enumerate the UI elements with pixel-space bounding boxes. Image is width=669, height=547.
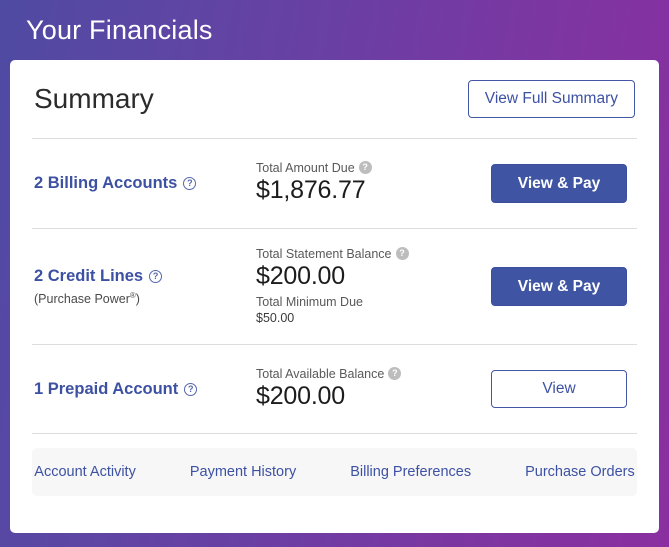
purchase-power-text: (Purchase Power <box>34 292 130 307</box>
question-circle-icon[interactable]: ? <box>184 382 198 396</box>
billing-accounts-link[interactable]: 2 Billing Accounts ? <box>34 174 197 193</box>
amount-cell: Total Amount Due ? $1,876.77 <box>249 161 483 206</box>
footer-link-account-activity[interactable]: Account Activity <box>7 465 163 480</box>
amount-cell: Total Statement Balance ? $200.00 Total … <box>249 246 483 327</box>
credit-lines-link[interactable]: 2 Credit Lines ? <box>34 266 163 286</box>
table-row: 2 Billing Accounts ? Total Amount Due ? … <box>32 139 637 228</box>
footer-link-billing-preferences[interactable]: Billing Preferences <box>323 465 498 480</box>
amount-label: Total Amount Due ? <box>256 161 483 176</box>
prepaid-account-link[interactable]: 1 Prepaid Account ? <box>34 379 198 399</box>
table-row: 2 Credit Lines ? (Purchase Power®) Total… <box>32 229 637 344</box>
amount-label: Total Available Balance ? <box>256 366 483 382</box>
action-cell: View & Pay <box>483 163 635 204</box>
account-name-cell: 2 Credit Lines ? (Purchase Power®) <box>34 267 249 306</box>
credit-lines-label: 2 Credit Lines <box>34 266 144 285</box>
page-title: Your Financials <box>26 14 213 45</box>
amount-cell: Total Available Balance ? $200.00 <box>249 366 483 412</box>
footer-links: Account Activity Payment History Billing… <box>32 448 637 496</box>
amount-label-text: Total Amount Due <box>256 161 355 176</box>
amount-label-text: Total Statement Balance <box>256 246 392 261</box>
secondary-amount-value: $50.00 <box>256 310 295 325</box>
amount-label-text: Total Available Balance <box>256 366 385 381</box>
prepaid-account-label: 1 Prepaid Account <box>34 379 179 398</box>
footer-link-purchase-orders[interactable]: Purchase Orders <box>498 465 662 480</box>
table-row: 1 Prepaid Account ? Total Available Bala… <box>32 345 637 433</box>
financial-summary-card: Summary View Full Summary 2 Billing Acco… <box>10 60 659 533</box>
amount-value: $1,876.77 <box>256 176 366 205</box>
credit-lines-subtitle: (Purchase Power®) <box>34 291 249 306</box>
view-button-prepaid[interactable]: View <box>491 370 627 408</box>
amount-value: $200.00 <box>256 381 345 410</box>
summary-header: Summary View Full Summary <box>32 60 637 138</box>
question-circle-filled-icon[interactable]: ? <box>395 246 409 260</box>
page-root: Your Financials Summary View Full Summar… <box>0 0 669 547</box>
view-and-pay-button-credit[interactable]: View & Pay <box>491 266 627 307</box>
action-cell: View <box>483 370 635 408</box>
footer-links-wrapper: Account Activity Payment History Billing… <box>32 434 637 496</box>
question-circle-icon[interactable]: ? <box>183 177 197 190</box>
account-name-cell: 2 Billing Accounts ? <box>34 174 249 193</box>
view-and-pay-button-billing[interactable]: View & Pay <box>491 163 627 204</box>
question-circle-icon[interactable]: ? <box>149 269 163 283</box>
view-full-summary-button[interactable]: View Full Summary <box>467 80 635 118</box>
secondary-amount-label: Total Minimum Due <box>256 295 363 310</box>
app-header: Your Financials <box>0 0 669 60</box>
action-cell: View & Pay <box>483 266 635 307</box>
account-name-cell: 1 Prepaid Account ? <box>34 380 249 399</box>
footer-link-payment-history[interactable]: Payment History <box>163 465 323 480</box>
question-circle-filled-icon[interactable]: ? <box>358 161 372 175</box>
billing-accounts-label: 2 Billing Accounts <box>34 174 178 192</box>
amount-label: Total Statement Balance ? <box>256 246 483 262</box>
summary-heading: Summary <box>34 83 154 114</box>
purchase-power-close: ) <box>135 292 140 307</box>
question-circle-filled-icon[interactable]: ? <box>388 366 402 380</box>
amount-value: $200.00 <box>256 261 345 290</box>
